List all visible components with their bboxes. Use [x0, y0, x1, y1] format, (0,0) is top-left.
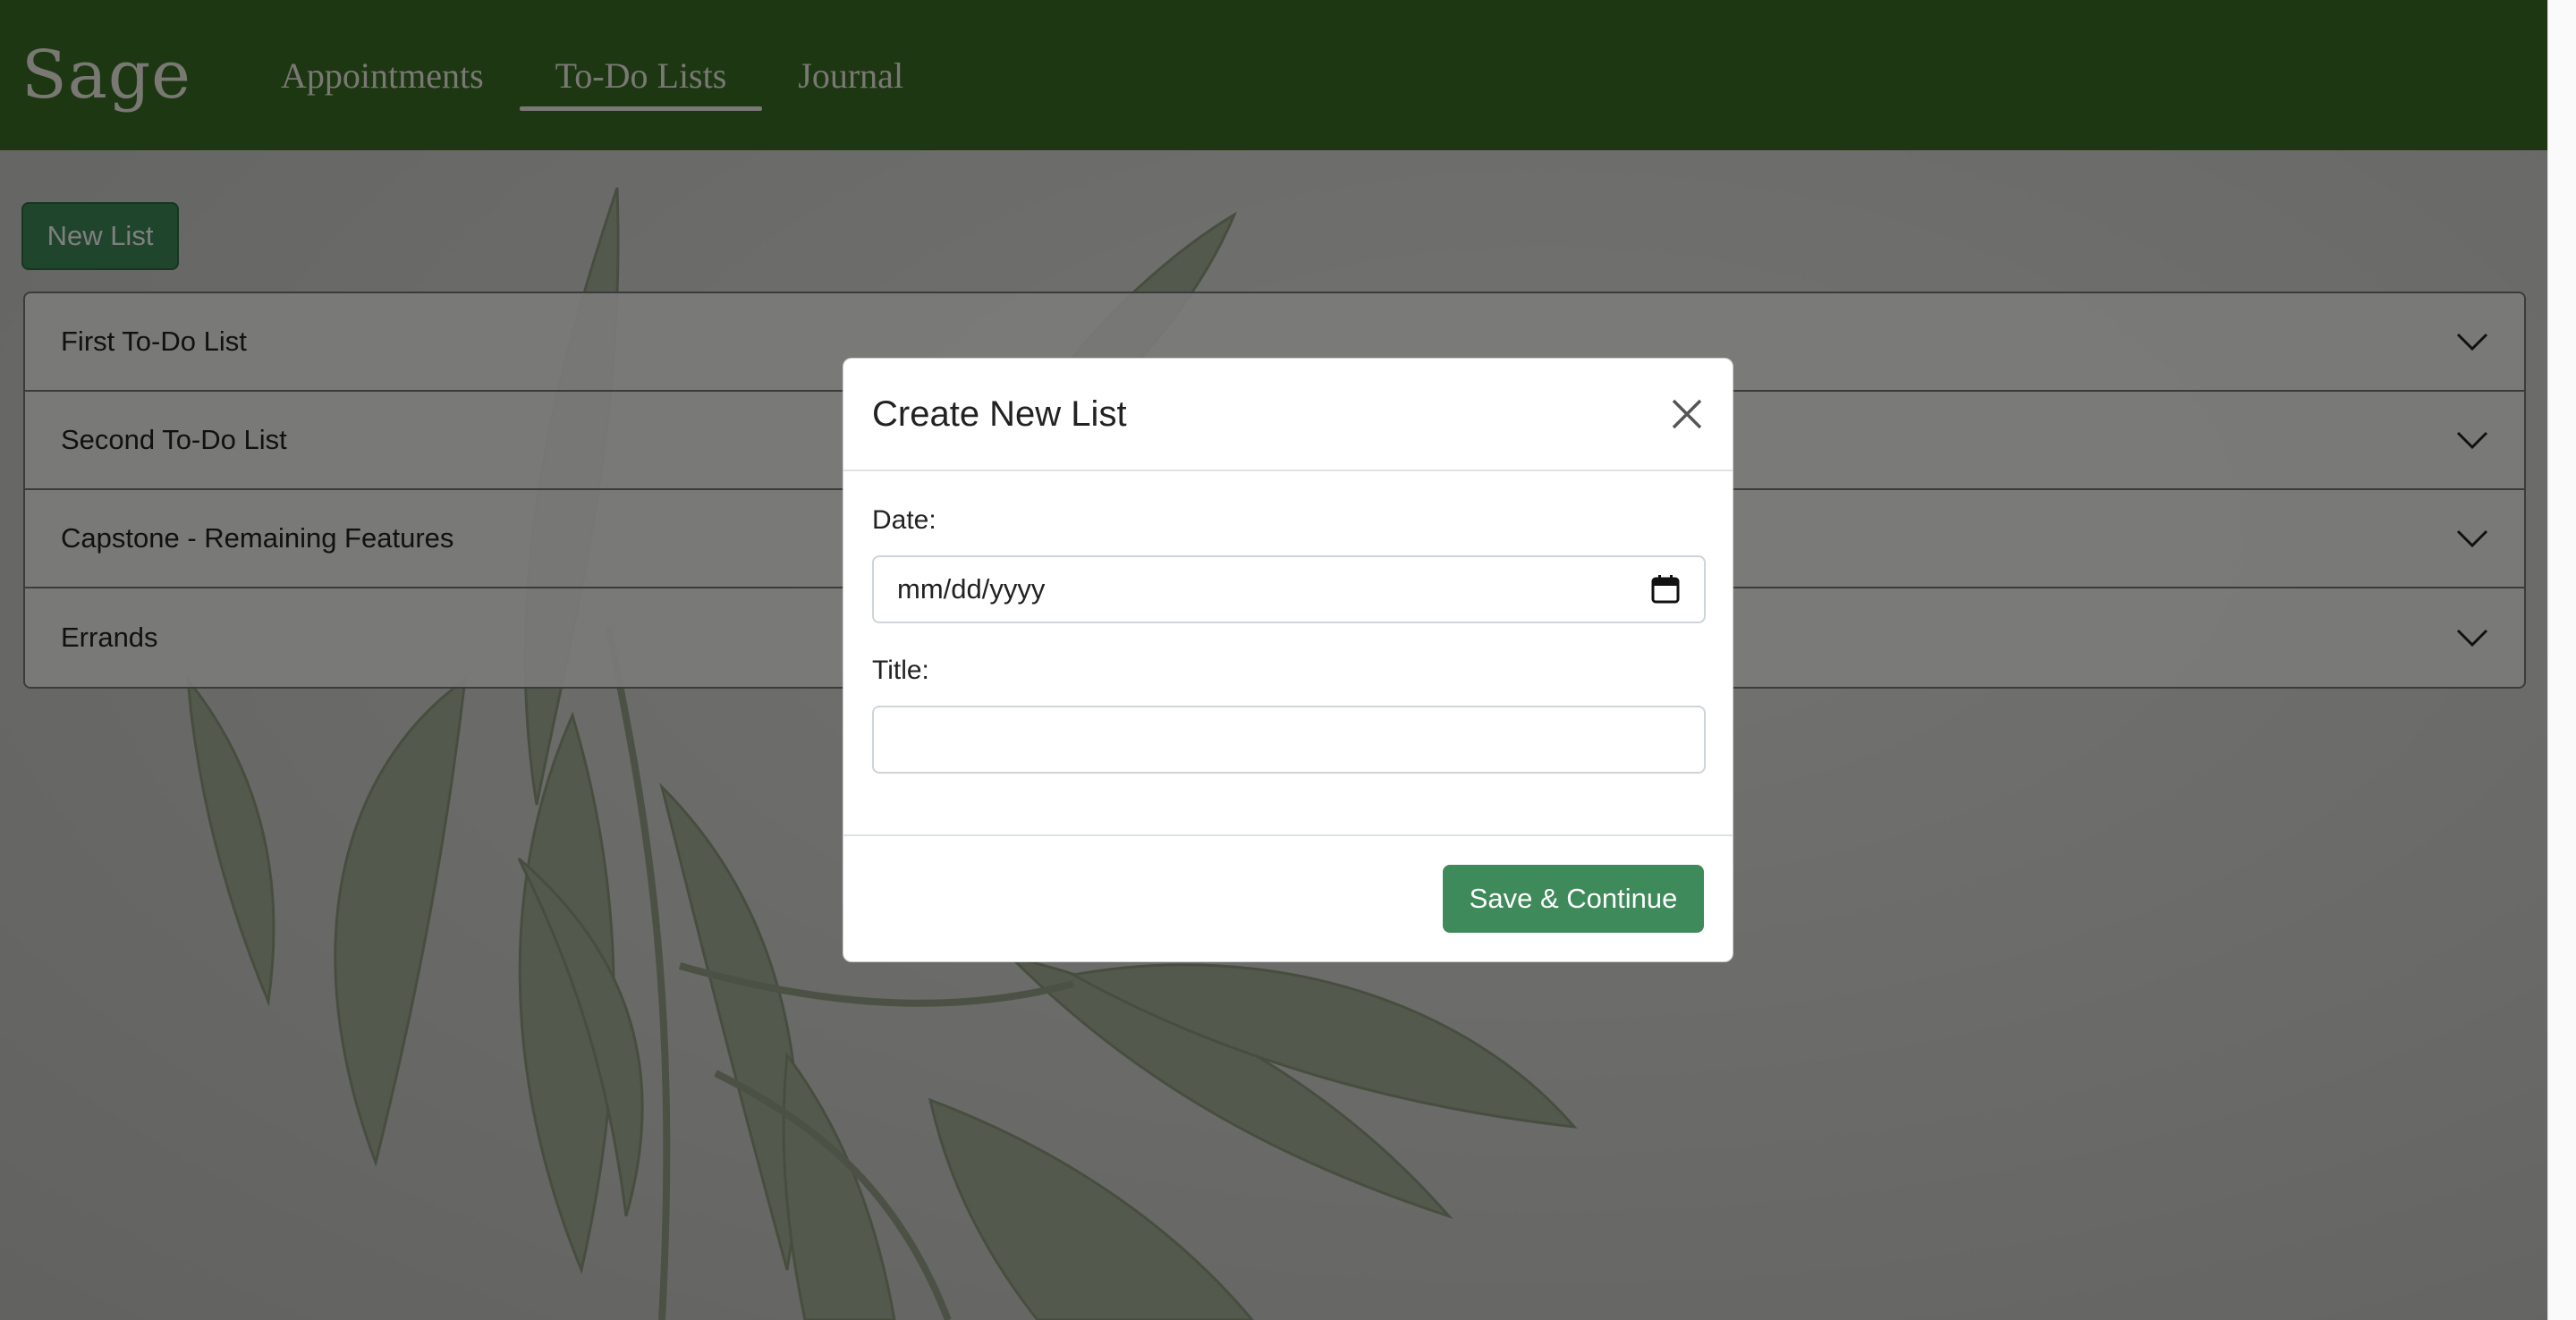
date-label: Date:	[872, 505, 936, 535]
save-continue-button[interactable]: Save & Continue	[1443, 865, 1704, 933]
date-input[interactable]: mm/dd/yyyy	[872, 555, 1706, 623]
title-input[interactable]	[872, 706, 1706, 774]
calendar-icon[interactable]	[1650, 574, 1681, 605]
modal-footer: Save & Continue	[843, 836, 1733, 961]
create-list-modal: Create New List Date: mm/dd/yyyy Title: …	[843, 358, 1733, 962]
close-icon[interactable]	[1668, 395, 1706, 433]
modal-title: Create New List	[872, 393, 1127, 434]
title-label: Title:	[872, 656, 929, 685]
modal-header: Create New List	[843, 359, 1733, 471]
date-placeholder: mm/dd/yyyy	[897, 573, 1046, 605]
modal-body: Date: mm/dd/yyyy Title:	[843, 471, 1733, 836]
scrollbar-gutter	[2547, 0, 2576, 1320]
